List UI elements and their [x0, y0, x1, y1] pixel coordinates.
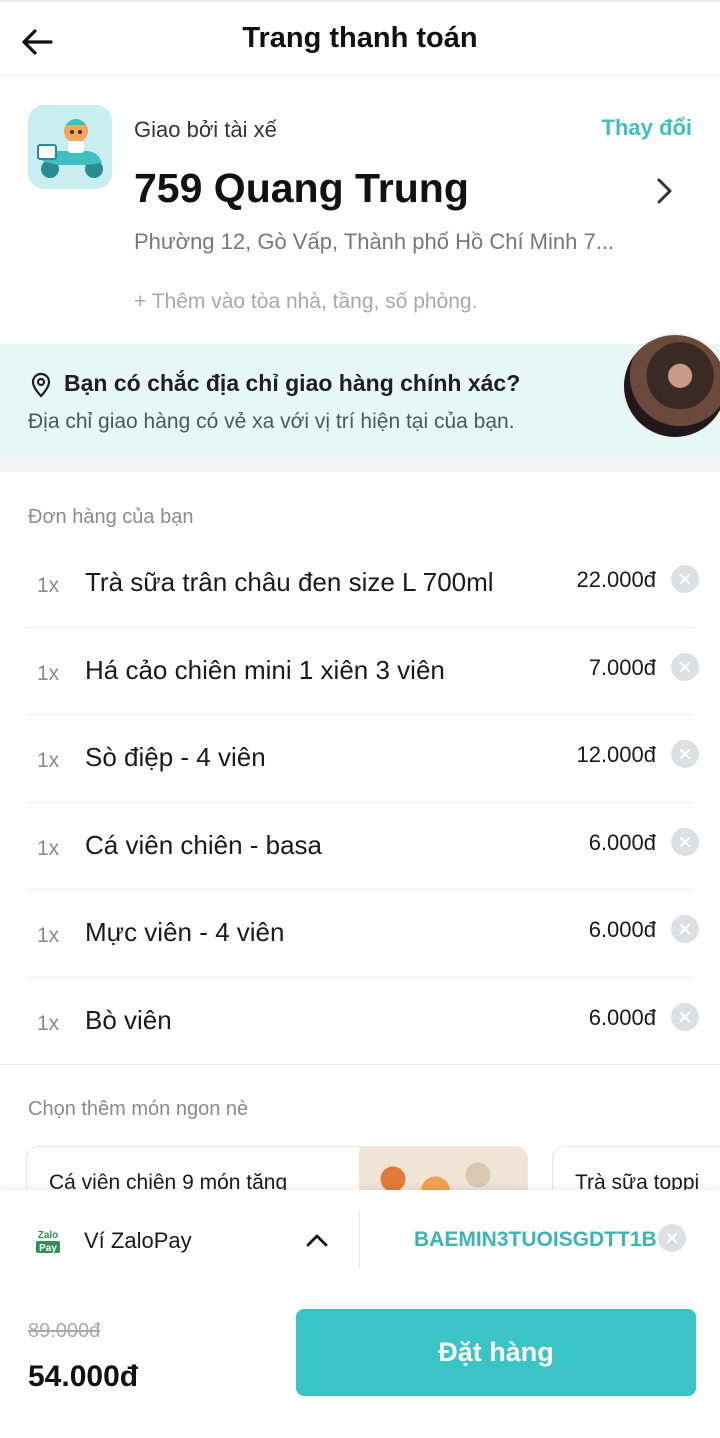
warning-title: Bạn có chắc địa chỉ giao hàng chính xác?: [64, 370, 521, 396]
item-price: 7.000đ: [588, 654, 656, 680]
item-quantity[interactable]: 1x: [37, 574, 59, 598]
svg-text:Zalo: Zalo: [38, 1230, 59, 1241]
remove-item-button[interactable]: [671, 827, 699, 856]
order-item: 1x Cá viên chiên - basa 6.000đ: [28, 803, 699, 890]
driver-logo: [28, 105, 112, 189]
original-price: 89.000đ: [28, 1320, 101, 1342]
order-item: 1x Bò viên 6.000đ: [28, 978, 699, 1066]
close-icon: [666, 1232, 678, 1244]
chevron-right-icon: [657, 178, 672, 204]
order-list: 1x Trà sữa trân châu đen size L 700ml 22…: [28, 540, 699, 1066]
page-title: Trang thanh toán: [242, 22, 478, 54]
section-divider: [0, 460, 720, 472]
item-quantity[interactable]: 1x: [37, 924, 59, 948]
scooter-driver-icon: [28, 105, 112, 189]
suggestion-card[interactable]: Cá viên chiên 9 món tăng: [26, 1146, 528, 1190]
place-order-button[interactable]: Đặt hàng: [296, 1309, 696, 1396]
change-address-link[interactable]: Thay đổi: [602, 115, 692, 141]
close-icon: [679, 573, 691, 585]
item-quantity[interactable]: 1x: [37, 749, 59, 773]
order-section-label: Đơn hàng của bạn: [28, 506, 194, 528]
item-name[interactable]: Sò điệp - 4 viên: [85, 742, 266, 773]
remove-item-button[interactable]: [671, 915, 699, 943]
item-price: 12.000đ: [576, 742, 656, 767]
address-detail: Phường 12, Gò Vấp, Thành phố Hồ Chí Minh…: [134, 229, 615, 254]
header: Trang thanh toán: [0, 0, 720, 76]
chevron-up-icon: [306, 1234, 328, 1247]
remove-item-button[interactable]: [671, 1002, 699, 1031]
avatar[interactable]: [622, 333, 720, 439]
item-quantity[interactable]: 1x: [37, 1012, 59, 1036]
item-price: 22.000đ: [576, 567, 656, 592]
suggestion-name: Cá viên chiên 9 món tăng: [49, 1171, 288, 1190]
checkout-bottom-bar: Zalo Pay Ví ZaloPay BAEMIN3TUOISGDTT1B 8…: [0, 1190, 720, 1438]
location-pin-icon: [31, 372, 51, 398]
svg-text:Pay: Pay: [39, 1243, 57, 1254]
zalopay-logo-icon: Zalo Pay: [36, 1230, 60, 1254]
promo-code[interactable]: BAEMIN3TUOISGDTT1B: [414, 1228, 664, 1252]
divider: [359, 1210, 360, 1268]
suggestions-label: Chọn thêm món ngon nè: [28, 1098, 249, 1120]
total-price: 54.000đ: [28, 1360, 139, 1393]
payment-method-selector[interactable]: Zalo Pay Ví ZaloPay: [0, 1190, 360, 1288]
suggestions-section: Chọn thêm món ngon nè Cá viên chiên 9 mó…: [0, 1090, 720, 1190]
item-name[interactable]: Mực viên - 4 viên: [85, 917, 284, 948]
warning-subtitle: Địa chỉ giao hàng có vẻ xa với vị trí hi…: [28, 410, 515, 433]
item-name[interactable]: Cá viên chiên - basa: [85, 830, 322, 861]
payment-method-label: Ví ZaloPay: [84, 1228, 192, 1253]
item-name[interactable]: Bò viên: [85, 1005, 172, 1036]
suggestion-name: Trà sữa toppi: [575, 1171, 700, 1190]
remove-item-button[interactable]: [671, 565, 699, 593]
address-name[interactable]: 759 Quang Trung: [134, 165, 469, 212]
close-icon: [679, 1011, 691, 1022]
payment-expand-button[interactable]: [302, 1226, 332, 1254]
suggestion-image: [359, 1147, 527, 1190]
delivered-by-label: Giao bởi tài xế: [134, 117, 277, 142]
order-item: 1x Mực viên - 4 viên 6.000đ: [28, 890, 699, 978]
item-name[interactable]: Há cảo chiên mini 1 xiên 3 viên: [85, 655, 445, 686]
address-warning-banner: Bạn có chắc địa chỉ giao hàng chính xác?…: [0, 333, 720, 460]
suggestion-card[interactable]: Trà sữa toppi: [552, 1146, 720, 1190]
remove-item-button[interactable]: [671, 740, 699, 768]
item-quantity[interactable]: 1x: [37, 662, 59, 686]
close-icon: [679, 748, 691, 760]
item-quantity[interactable]: 1x: [37, 837, 59, 861]
checkout-page: Trang thanh toán Giao bởi tài xế Thay đổ…: [0, 0, 720, 1438]
item-price: 6.000đ: [588, 829, 656, 855]
add-building-link[interactable]: + Thêm vào tòa nhà, tầng, số phòng.: [134, 290, 477, 314]
close-icon: [679, 661, 691, 672]
item-price: 6.000đ: [588, 1004, 656, 1030]
delivery-address: Giao bởi tài xế Thay đổi 759 Quang Trung…: [0, 77, 720, 344]
address-chevron-button[interactable]: [650, 173, 680, 209]
item-price: 6.000đ: [588, 917, 656, 942]
order-item: 1x Há cảo chiên mini 1 xiên 3 viên 7.000…: [28, 628, 699, 715]
remove-promo-button[interactable]: [658, 1224, 686, 1252]
close-icon: [679, 836, 691, 847]
section-divider: [0, 1064, 720, 1065]
remove-item-button[interactable]: [671, 652, 699, 681]
order-item: 1x Trà sữa trân châu đen size L 700ml 22…: [28, 540, 699, 628]
order-item: 1x Sò điệp - 4 viên 12.000đ: [28, 715, 699, 803]
close-icon: [679, 923, 691, 935]
item-name[interactable]: Trà sữa trân châu đen size L 700ml: [85, 567, 494, 598]
